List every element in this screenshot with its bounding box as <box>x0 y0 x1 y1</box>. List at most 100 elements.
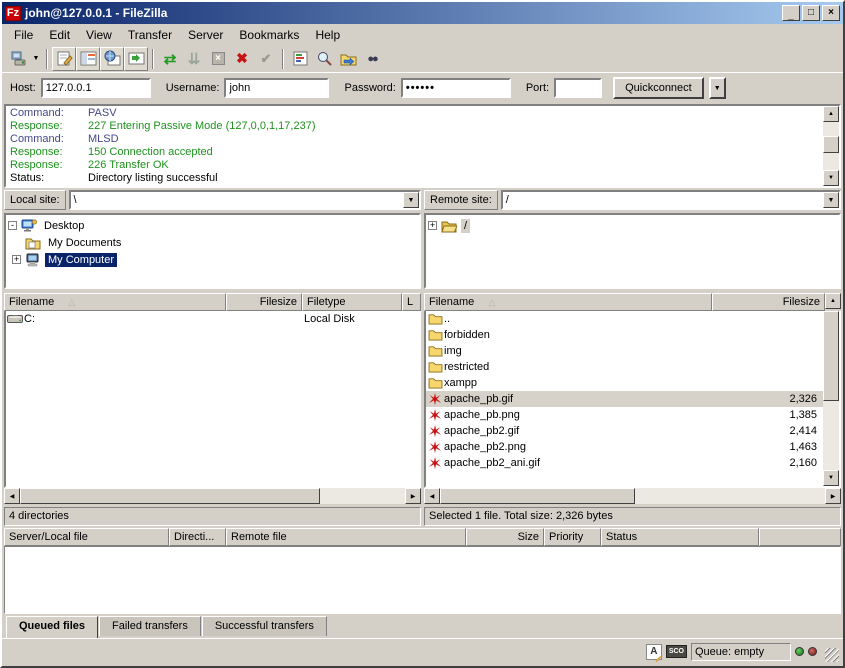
remote-file-row[interactable]: forbidden <box>426 327 823 343</box>
menu-transfer[interactable]: Transfer <box>120 25 180 45</box>
directory-comparison-button[interactable] <box>312 47 336 71</box>
column-filesize[interactable]: Filesize <box>712 293 825 311</box>
remote-directory-tree[interactable]: + / <box>424 213 841 289</box>
menu-edit[interactable]: Edit <box>41 25 78 45</box>
site-manager-button[interactable] <box>6 47 30 71</box>
log-scrollbar[interactable]: ▲ ▼ <box>823 106 839 186</box>
tree-item-desktop[interactable]: - Desktop <box>8 217 417 234</box>
scroll-down-icon[interactable]: ▼ <box>823 470 839 486</box>
maximize-button[interactable]: □ <box>802 5 820 21</box>
remote-file-row[interactable]: .. <box>426 311 823 327</box>
column-filename[interactable]: Filename△ <box>4 293 226 311</box>
minimize-button[interactable]: _ <box>782 5 800 21</box>
menu-bookmarks[interactable]: Bookmarks <box>231 25 307 45</box>
scroll-up-icon[interactable]: ▲ <box>825 293 841 309</box>
scroll-down-icon[interactable]: ▼ <box>823 170 839 186</box>
column-size[interactable]: Size <box>466 528 544 546</box>
column-direction[interactable]: Directi... <box>169 528 226 546</box>
remote-site-combobox[interactable]: / ▼ <box>501 190 841 210</box>
reconnect-button[interactable]: ✔ <box>254 47 278 71</box>
local-horizontal-scrollbar[interactable]: ◀ ▶ <box>4 488 421 504</box>
transfer-type-ascii-icon[interactable]: A <box>646 644 662 660</box>
tree-item-my-documents[interactable]: My Documents <box>8 234 417 251</box>
scroll-right-icon[interactable]: ▶ <box>825 488 841 504</box>
column-remote-file[interactable]: Remote file <box>226 528 466 546</box>
quickconnect-dropdown[interactable]: ▼ <box>709 77 726 99</box>
menu-view[interactable]: View <box>78 25 120 45</box>
port-input[interactable] <box>554 78 602 98</box>
local-site-dropdown-icon[interactable]: ▼ <box>403 192 419 208</box>
tree-item-root[interactable]: + / <box>428 217 837 234</box>
collapse-icon[interactable]: - <box>8 221 17 230</box>
remote-file-row[interactable]: restricted <box>426 359 823 375</box>
expand-icon[interactable]: + <box>428 221 437 230</box>
cancel-operation-button[interactable]: × <box>206 47 230 71</box>
toggle-message-log-button[interactable] <box>52 47 76 71</box>
scroll-left-icon[interactable]: ◀ <box>4 488 20 504</box>
remote-horizontal-scrollbar[interactable]: ◀ ▶ <box>424 488 841 504</box>
remote-file-row-selected[interactable]: apache_pb.gif 2,326 <box>426 391 823 407</box>
column-filesize[interactable]: Filesize <box>226 293 302 311</box>
column-filetype[interactable]: Filetype <box>302 293 402 311</box>
menu-server[interactable]: Server <box>180 25 231 45</box>
column-priority[interactable]: Priority <box>544 528 601 546</box>
process-queue-button[interactable]: ⇊ <box>182 47 206 71</box>
menu-help[interactable]: Help <box>307 25 348 45</box>
column-server-local-file[interactable]: Server/Local file <box>4 528 169 546</box>
tab-successful-transfers[interactable]: Successful transfers <box>202 616 327 636</box>
tab-failed-transfers[interactable]: Failed transfers <box>99 616 201 636</box>
remote-file-row[interactable]: apache_pb.png 1,385 <box>426 407 823 423</box>
column-status[interactable]: Status <box>601 528 759 546</box>
folder-icon <box>426 361 444 373</box>
password-input[interactable] <box>401 78 511 98</box>
message-log-lines[interactable]: Command:PASV Response:227 Entering Passi… <box>6 106 823 186</box>
remote-file-row[interactable]: xampp <box>426 375 823 391</box>
quickconnect-button[interactable]: Quickconnect <box>613 77 704 99</box>
quickconnect-bar: Host: Username: Password: Port: Quickcon… <box>2 72 843 103</box>
column-last-modified[interactable]: L <box>402 293 421 311</box>
queue-body[interactable] <box>4 546 841 614</box>
remote-file-row[interactable]: apache_pb2_ani.gif 2,160 <box>426 455 823 471</box>
local-site-combobox[interactable]: \ ▼ <box>69 190 421 210</box>
disconnect-button[interactable]: ✖ <box>230 47 254 71</box>
menu-file[interactable]: File <box>6 25 41 45</box>
remote-file-row[interactable]: img <box>426 343 823 359</box>
toggle-local-tree-button[interactable] <box>76 47 100 71</box>
local-list-body[interactable]: C: Local Disk <box>4 311 421 488</box>
title-bar[interactable]: Fz john@127.0.0.1 - FileZilla _ □ × <box>2 2 843 24</box>
close-button[interactable]: × <box>822 5 840 21</box>
scroll-right-icon[interactable]: ▶ <box>405 488 421 504</box>
synchronized-browsing-button[interactable] <box>336 47 360 71</box>
scrollbar-thumb[interactable] <box>823 136 839 153</box>
scrollbar-thumb[interactable] <box>440 488 635 504</box>
tab-queued-files[interactable]: Queued files <box>6 616 98 638</box>
column-filename[interactable]: Filename△ <box>424 293 712 311</box>
refresh-button[interactable]: ⇄ <box>158 47 182 71</box>
scroll-up-icon[interactable]: ▲ <box>823 106 839 122</box>
local-file-row[interactable]: C: Local Disk <box>6 311 419 327</box>
filter-button[interactable] <box>288 47 312 71</box>
remote-site-dropdown-icon[interactable]: ▼ <box>823 192 839 208</box>
speed-limit-indicator[interactable]: SCO <box>666 645 687 658</box>
remote-file-row[interactable]: apache_pb2.png 1,463 <box>426 439 823 455</box>
resize-grip[interactable] <box>825 648 839 662</box>
remote-file-row[interactable]: apache_pb2.gif 2,414 <box>426 423 823 439</box>
scroll-left-icon[interactable]: ◀ <box>424 488 440 504</box>
find-files-button[interactable]: ●● <box>360 47 384 71</box>
scrollbar-thumb[interactable] <box>20 488 320 504</box>
toggle-transfer-queue-button[interactable] <box>124 47 148 71</box>
expand-icon[interactable]: + <box>12 255 21 264</box>
host-input[interactable] <box>41 78 151 98</box>
scrollbar-thumb[interactable] <box>823 311 839 401</box>
site-manager-dropdown[interactable]: ▼ <box>30 48 42 70</box>
queue-tabs: Queued files Failed transfers Successful… <box>2 614 843 638</box>
image-file-icon <box>426 392 444 406</box>
local-directory-tree[interactable]: - Desktop My Documents + <box>4 213 421 289</box>
activity-led-green-icon <box>795 647 804 656</box>
remote-list-body[interactable]: .. forbidden img <box>424 311 841 488</box>
tree-item-my-computer[interactable]: + My Computer <box>8 251 417 268</box>
username-input[interactable] <box>224 78 329 98</box>
log-line: Command:MLSD <box>10 133 819 146</box>
remote-vertical-scrollbar[interactable]: ▼ <box>823 311 839 486</box>
toggle-remote-tree-button[interactable] <box>100 47 124 71</box>
